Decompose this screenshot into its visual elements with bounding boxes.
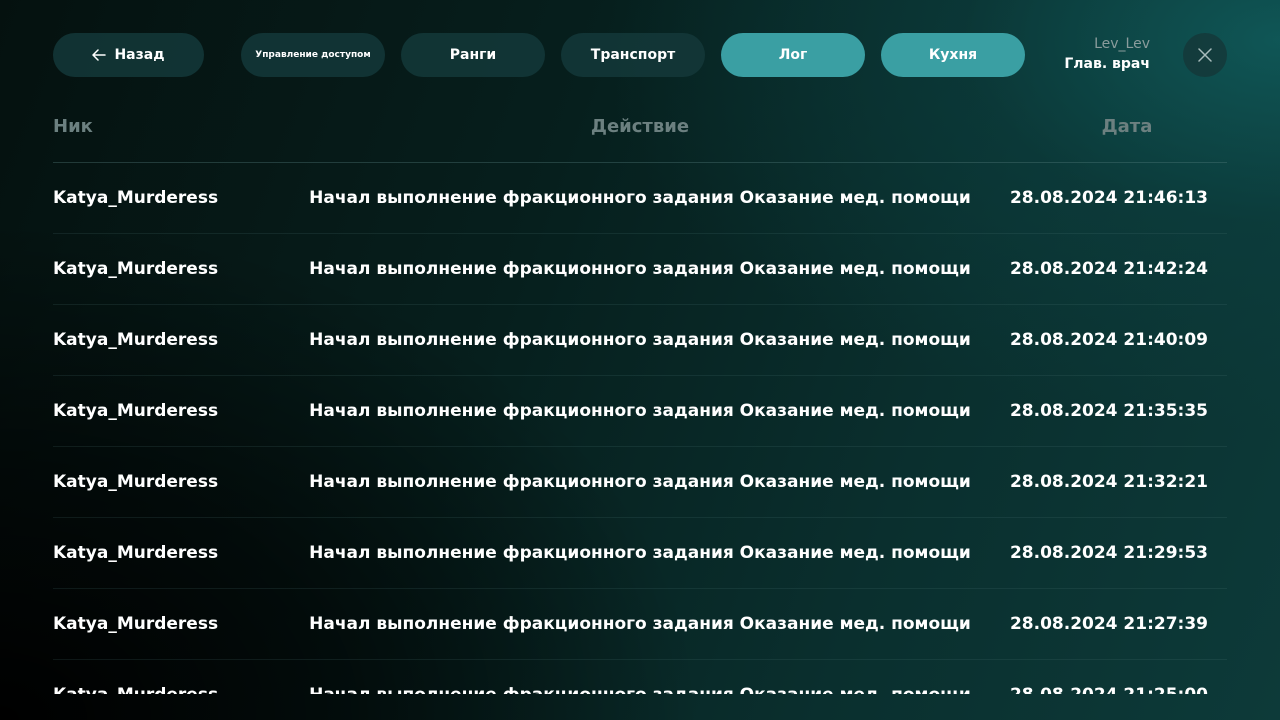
cell-date: 28.08.2024 21:42:24 <box>1009 259 1209 279</box>
column-header-date: Дата <box>1101 116 1153 137</box>
cell-nick: Katya_Murderess <box>53 401 219 421</box>
cell-date: 28.08.2024 21:32:21 <box>1009 472 1209 492</box>
tab-transport[interactable]: Транспорт <box>561 33 705 77</box>
table-row: Katya_Murderess Начал выполнение фракцио… <box>53 589 1227 660</box>
user-rank: Глав. врач <box>1064 56 1150 72</box>
tab-access-control-label: Управление доступом <box>255 50 371 60</box>
tab-ranks-label: Ранги <box>449 47 497 63</box>
cell-date: 28.08.2024 21:46:13 <box>1009 188 1209 208</box>
close-button[interactable] <box>1183 33 1227 77</box>
tab-kitchen-label: Кухня <box>928 47 978 63</box>
table-row: Katya_Murderess Начал выполнение фракцио… <box>53 376 1227 447</box>
user-name: Lev_Lev <box>1094 36 1150 52</box>
table-row: Katya_Murderess Начал выполнение фракцио… <box>53 447 1227 518</box>
table-header: Ник Действие Дата <box>53 104 1227 163</box>
tab-transport-label: Транспорт <box>590 47 676 63</box>
table-row: Katya_Murderess Начал выполнение фракцио… <box>53 305 1227 376</box>
cell-nick: Katya_Murderess <box>53 684 218 694</box>
top-navigation-bar: Назад Управление доступом Ранги Транспор… <box>53 33 1227 77</box>
cell-date: 28.08.2024 21:25:00 <box>1009 684 1209 694</box>
cell-action: Начал выполнение фракционного задания Ок… <box>309 259 971 279</box>
tab-access-control[interactable]: Управление доступом <box>241 33 385 77</box>
table-row: Katya_Murderess Начал выполнение фракцио… <box>53 660 1227 694</box>
cell-nick: Katya_Murderess <box>53 259 219 279</box>
cell-action: Начал выполнение фракционного задания Ок… <box>309 543 971 563</box>
back-button-label: Назад <box>114 47 165 63</box>
cell-nick: Katya_Murderess <box>53 330 219 350</box>
cell-date: 28.08.2024 21:29:53 <box>1009 543 1209 563</box>
cell-action: Начал выполнение фракционного задания Ок… <box>309 614 971 634</box>
cell-nick: Katya_Murderess <box>53 188 219 208</box>
tab-ranks[interactable]: Ранги <box>401 33 545 77</box>
column-header-action: Действие <box>590 116 690 137</box>
cell-action: Начал выполнение фракционного задания Ок… <box>305 684 975 694</box>
user-info: Lev_Lev Глав. врач <box>1064 35 1150 75</box>
cell-action: Начал выполнение фракционного задания Ок… <box>309 330 971 350</box>
tab-log[interactable]: Лог <box>721 33 865 77</box>
cell-date: 28.08.2024 21:40:09 <box>1009 330 1209 350</box>
cell-action: Начал выполнение фракционного задания Ок… <box>309 401 971 421</box>
table-row: Katya_Murderess Начал выполнение фракцио… <box>53 518 1227 589</box>
tab-kitchen[interactable]: Кухня <box>881 33 1025 77</box>
table-row: Katya_Murderess Начал выполнение фракцио… <box>53 234 1227 305</box>
cell-action: Начал выполнение фракционного задания Ок… <box>309 472 971 492</box>
close-icon <box>1198 48 1212 62</box>
table-row: Katya_Murderess Начал выполнение фракцио… <box>53 163 1227 234</box>
cell-date: 28.08.2024 21:27:39 <box>1009 614 1209 634</box>
cell-action: Начал выполнение фракционного задания Ок… <box>309 188 971 208</box>
cell-nick: Katya_Murderess <box>53 472 219 492</box>
log-table: Ник Действие Дата Katya_Murderess Начал … <box>53 104 1227 694</box>
cell-date: 28.08.2024 21:35:35 <box>1009 401 1209 421</box>
arrow-left-icon <box>92 49 107 61</box>
back-button[interactable]: Назад <box>53 33 204 77</box>
cell-nick: Katya_Murderess <box>53 614 219 634</box>
cell-nick: Katya_Murderess <box>53 543 219 563</box>
tab-log-label: Лог <box>778 47 808 63</box>
